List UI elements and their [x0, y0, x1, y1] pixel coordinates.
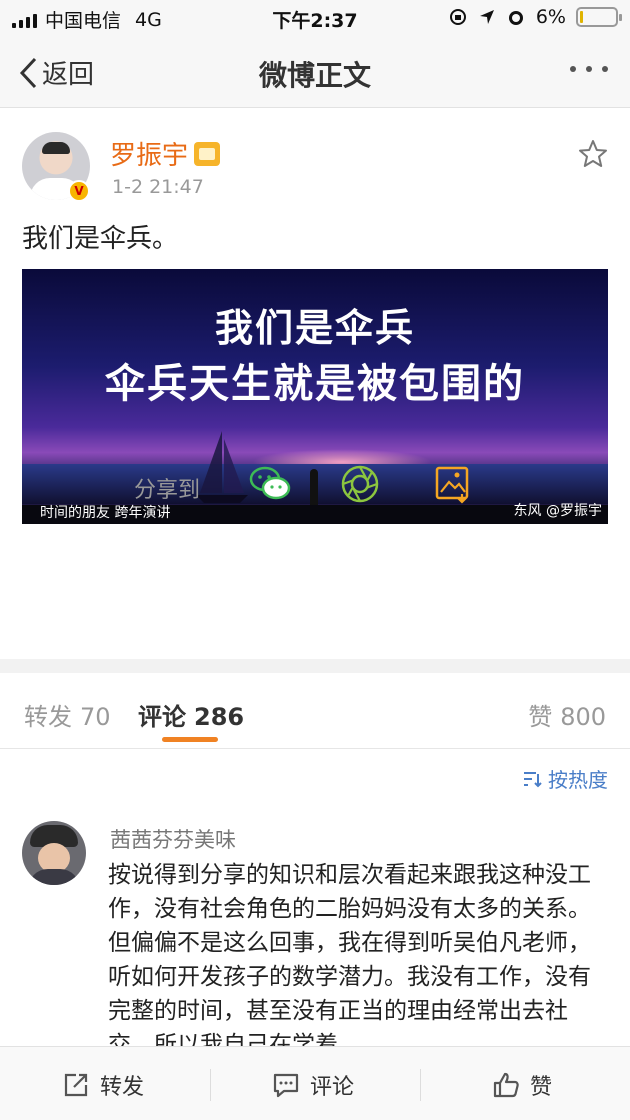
- nav-bar: 返回 微博正文: [0, 36, 630, 108]
- comment-text: 按说得到分享的知识和层次看起来跟我这种没工作，没有社会角色的二胎妈妈没有太多的关…: [108, 862, 591, 1048]
- comment-icon: [273, 1073, 299, 1098]
- like-button[interactable]: 赞: [492, 1069, 552, 1101]
- tab-repost[interactable]: 转发 70: [24, 697, 111, 732]
- repost-icon: [64, 1073, 88, 1097]
- status-bar: 中国电信 4G 下午2:37 6%: [0, 0, 630, 36]
- alarm-icon: [508, 11, 523, 25]
- author-name-link[interactable]: 罗振宇: [110, 135, 221, 172]
- like-label: 赞: [530, 1075, 553, 1100]
- share-row: 分享到: [0, 460, 630, 510]
- moments-icon[interactable]: [340, 464, 380, 504]
- comment-item: 茜茜芬芬美味 按说得到分享的知识和层次看起来跟我这种没工作，没有社会角色的二胎妈…: [0, 818, 630, 1048]
- sort-by-hot-button[interactable]: 按热度: [522, 764, 608, 793]
- repost-label: 转发: [100, 1075, 145, 1100]
- tab-likes[interactable]: 赞 800: [528, 697, 606, 732]
- tab-comments-label: 评论: [138, 703, 186, 731]
- active-tab-indicator: [162, 737, 218, 742]
- tab-repost-count: 70: [80, 703, 111, 731]
- wechat-icon[interactable]: [248, 464, 292, 504]
- tab-repost-label: 转发: [24, 703, 72, 731]
- commenter-avatar[interactable]: [22, 821, 86, 885]
- verified-badge-icon: V: [68, 180, 90, 202]
- repost-button[interactable]: 转发: [62, 1069, 144, 1101]
- more-options-icon[interactable]: [570, 66, 608, 72]
- location-icon: [479, 10, 494, 24]
- comment-button[interactable]: 评论: [272, 1069, 354, 1101]
- tab-comments[interactable]: 评论 286: [138, 697, 244, 732]
- rotation-lock-icon: [449, 9, 466, 25]
- sort-icon: [524, 771, 542, 787]
- save-image-icon[interactable]: [434, 464, 472, 504]
- tab-likes-label: 赞: [528, 703, 553, 731]
- tab-likes-count: 800: [560, 703, 606, 731]
- section-divider: [0, 659, 630, 673]
- image-headline-2: 伞兵天生就是被包围的: [105, 361, 525, 407]
- share-label: 分享到: [134, 478, 201, 503]
- comment-label: 评论: [310, 1075, 355, 1100]
- tab-comments-count: 286: [194, 703, 245, 731]
- post-text: 我们是伞兵。: [22, 224, 179, 254]
- thumbs-up-icon: [493, 1072, 519, 1098]
- bottom-action-bar: 转发 评论 赞: [0, 1046, 630, 1120]
- author-name: 罗振宇: [110, 141, 189, 171]
- vip-crown-icon: [194, 141, 221, 166]
- sort-label: 按热度: [548, 768, 608, 792]
- battery-icon: [576, 7, 622, 27]
- star-icon[interactable]: [578, 139, 608, 169]
- page-title: 微博正文: [258, 59, 371, 92]
- commenter-name[interactable]: 茜茜芬芬美味: [110, 824, 236, 854]
- post-time: 1-2 21:47: [112, 176, 204, 198]
- tab-bar: 转发 70 评论 286 赞 800: [0, 673, 630, 749]
- image-headline-1: 我们是伞兵: [214, 306, 415, 350]
- battery-percent: 6%: [535, 6, 566, 28]
